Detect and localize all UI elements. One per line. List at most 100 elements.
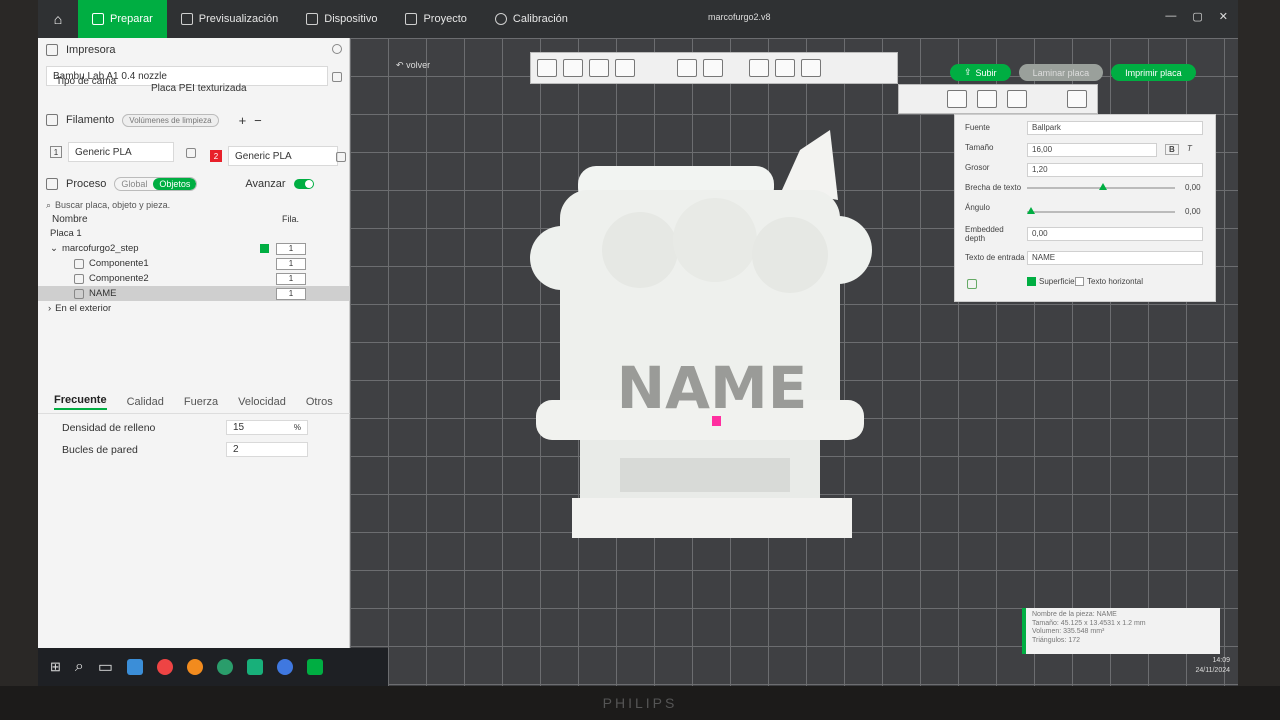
horizontal-option[interactable]: Texto horizontal <box>1075 277 1143 287</box>
minimize-icon[interactable]: — <box>1165 10 1176 23</box>
paint-icon[interactable] <box>977 90 997 108</box>
tab-calibracion[interactable]: Calibración <box>481 0 582 38</box>
3d-model[interactable]: NAME <box>520 130 900 550</box>
tree-item-outside[interactable]: › En el exterior <box>38 301 350 316</box>
tab-dispositivo[interactable]: Dispositivo <box>292 0 391 38</box>
toggle-global[interactable]: Global <box>115 178 153 190</box>
print-button[interactable]: Imprimir placa <box>1111 64 1196 81</box>
tab-velocidad[interactable]: Velocidad <box>238 396 286 408</box>
add-object-icon[interactable] <box>537 59 557 77</box>
slice-button[interactable]: Laminar placa <box>1018 64 1104 81</box>
tab-calidad[interactable]: Calidad <box>127 396 164 408</box>
filament-name: Generic PLA <box>228 146 338 166</box>
grid-icon[interactable] <box>563 59 583 77</box>
tree-item-name[interactable]: NAME 1 <box>38 286 350 301</box>
edit-icon[interactable] <box>186 148 196 158</box>
walls-stepper[interactable]: 2 <box>226 442 308 457</box>
text-input[interactable]: NAME <box>1027 251 1203 265</box>
windows-start-icon[interactable]: ⊞ <box>50 659 61 675</box>
add-icon[interactable]: + <box>239 113 247 128</box>
thickness-label: Grosor <box>965 163 990 172</box>
horizontal-checkbox[interactable] <box>1075 277 1084 287</box>
visibility-checkbox[interactable] <box>260 244 269 253</box>
image-icon[interactable] <box>589 59 609 77</box>
tree-item-object[interactable]: ⌄ marcofurgo2_step 1 <box>38 241 350 256</box>
walls-value: 2 <box>233 444 239 455</box>
back-button[interactable]: ↶ volver <box>396 60 430 71</box>
purge-volumes-button[interactable]: Volúmenes de limpieza <box>122 113 219 127</box>
tree-item-plate[interactable]: Placa 1 <box>38 226 350 241</box>
plate-icon[interactable] <box>677 59 697 77</box>
bold-button[interactable]: B <box>1165 144 1179 155</box>
upload-button[interactable]: ⇪ Subir <box>950 64 1011 81</box>
remove-icon[interactable]: − <box>254 113 262 128</box>
maximize-icon[interactable]: ▢ <box>1192 10 1202 23</box>
info-size: Tamaño: 45.125 x 13.4531 x 1.2 mm <box>1032 619 1146 627</box>
filament-2[interactable]: 2 Generic PLA <box>210 146 338 166</box>
text-tool-icon[interactable] <box>947 90 967 108</box>
global-objects-toggle[interactable]: Global Objetos <box>114 177 198 191</box>
tab-previsualizacion[interactable]: Previsualización <box>167 0 292 38</box>
infill-input[interactable]: 15% <box>226 420 308 435</box>
bambu-studio-icon[interactable] <box>307 659 323 675</box>
measure-icon[interactable] <box>1007 90 1027 108</box>
assembly-icon[interactable] <box>1067 90 1087 108</box>
search-icon[interactable]: ⌕ <box>75 658 84 676</box>
process-header: Proceso Global Objetos Avanzar <box>38 172 350 196</box>
angle-slider[interactable] <box>1027 207 1175 214</box>
thickness-input[interactable]: 1,20 <box>1027 163 1203 177</box>
task-view-icon[interactable]: ▭ <box>98 657 113 677</box>
layout-icon[interactable] <box>615 59 635 77</box>
tab-frecuente[interactable]: Frecuente <box>54 394 107 410</box>
close-icon[interactable]: ✕ <box>1219 10 1228 23</box>
font-select[interactable]: Ballpark <box>1027 121 1203 135</box>
embedded-input[interactable]: 0,00 <box>1027 227 1203 241</box>
chrome-profile-icon[interactable] <box>277 659 293 675</box>
advanced-switch[interactable] <box>293 179 314 189</box>
tab-preparar[interactable]: Preparar <box>78 0 167 38</box>
stack-icon[interactable] <box>703 59 723 77</box>
search-input[interactable]: Buscar placa, objeto y pieza. <box>55 200 170 210</box>
tree-count[interactable]: 1 <box>276 272 306 285</box>
gap-slider[interactable] <box>1027 183 1175 190</box>
move-icon[interactable] <box>749 59 769 77</box>
printer-header: Impresora <box>38 38 350 62</box>
chevron-down-icon: ⌄ <box>50 243 58 254</box>
home-button[interactable]: ⌂ <box>38 0 78 38</box>
surface-checkbox[interactable] <box>1027 277 1036 287</box>
model-name-text[interactable]: NAME <box>617 354 808 422</box>
3d-viewport[interactable]: ↶ volver ⇪ Subir Laminar placa Imprimir p… <box>350 38 1238 686</box>
size-input[interactable]: 16,00 <box>1027 143 1157 157</box>
settings-icon[interactable] <box>332 44 342 54</box>
search-bar[interactable]: ⌕ Buscar placa, objeto y pieza. <box>46 198 346 212</box>
tab-fuerza[interactable]: Fuerza <box>184 396 218 408</box>
rotate-icon[interactable] <box>775 59 795 77</box>
italic-button[interactable]: T <box>1187 144 1192 153</box>
tree-item-component2[interactable]: Componente2 1 <box>38 271 350 286</box>
tree-count[interactable]: 1 <box>276 242 306 255</box>
weather-icon[interactable] <box>127 659 143 675</box>
slider-thumb[interactable] <box>1099 183 1107 190</box>
surface-option[interactable]: Superficie <box>1027 277 1075 287</box>
layers-icon <box>180 13 193 25</box>
tree-count[interactable]: 1 <box>276 257 306 270</box>
clock-time: 14:09 <box>1212 657 1230 664</box>
embedded-label: Embedded depth <box>965 225 1004 243</box>
app-icon[interactable] <box>217 659 233 675</box>
reset-icon[interactable] <box>967 279 977 289</box>
toggle-objects[interactable]: Objetos <box>153 178 197 190</box>
tree-item-component1[interactable]: Componente1 1 <box>38 256 350 271</box>
app-icon[interactable] <box>247 659 263 675</box>
firefox-icon[interactable] <box>187 659 203 675</box>
tab-otros[interactable]: Otros <box>306 396 333 408</box>
filament-1[interactable]: 1 Generic PLA <box>50 142 174 162</box>
column-name: Nombre <box>52 214 88 225</box>
tree-label: Componente2 <box>89 273 149 284</box>
tab-proyecto[interactable]: Proyecto <box>391 0 480 38</box>
bed-select[interactable]: Placa PEI texturizada <box>144 78 344 98</box>
tree-count[interactable]: 1 <box>276 287 306 300</box>
edit-icon[interactable] <box>336 152 346 162</box>
chrome-icon[interactable] <box>157 659 173 675</box>
scale-icon[interactable] <box>801 59 821 77</box>
slider-thumb[interactable] <box>1027 207 1035 214</box>
